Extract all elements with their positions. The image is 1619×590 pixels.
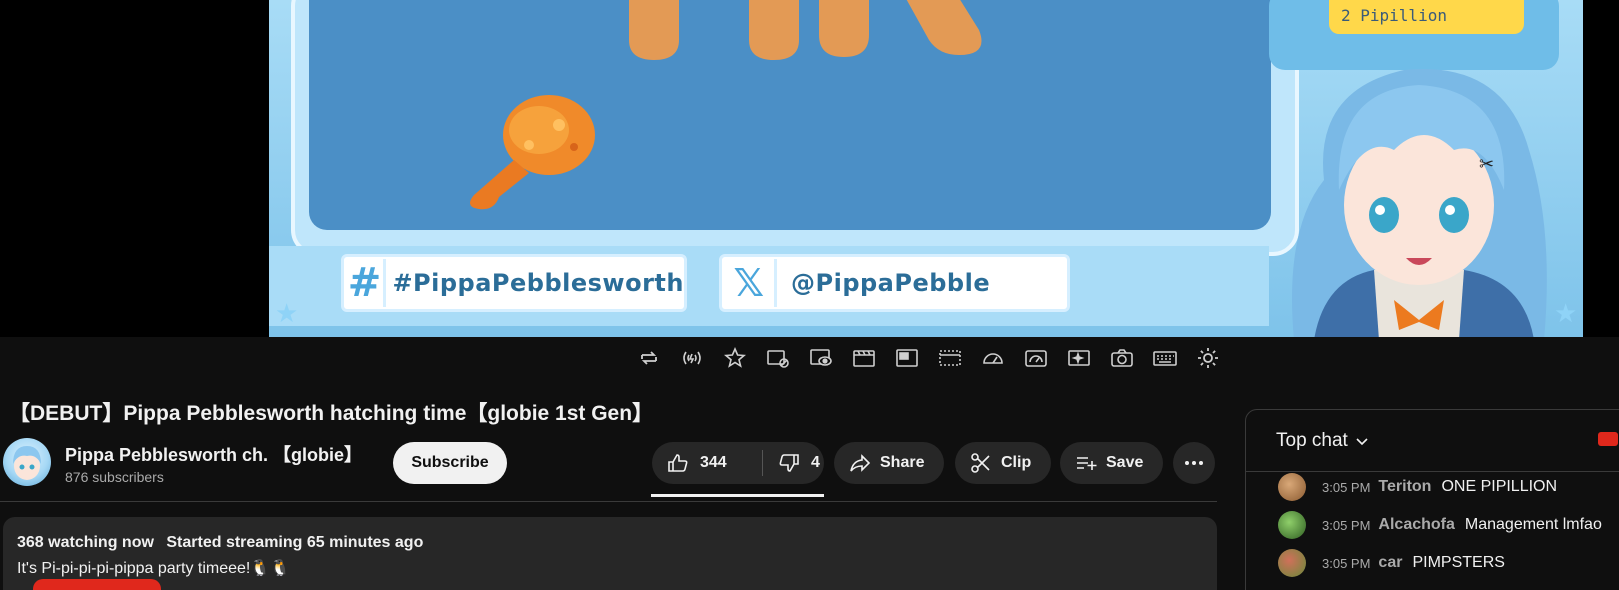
watching-now: 368 watching now: [17, 534, 154, 551]
meta-divider: [0, 501, 1217, 502]
fried-chicken-graphic: [470, 95, 595, 210]
chat-mode-dropdown[interactable]: Top chat: [1276, 430, 1370, 452]
speed-icon[interactable]: [974, 344, 1011, 372]
overlay-screen: [309, 0, 1271, 230]
dotted-frame-icon[interactable]: [931, 344, 968, 372]
like-dislike-group: 344 4: [652, 442, 824, 484]
chat-avatar[interactable]: [1278, 473, 1306, 501]
x-handle-text: @PippaPebble: [791, 269, 991, 297]
share-label: Share: [880, 454, 925, 471]
ads-blocked-icon[interactable]: [759, 344, 796, 372]
live-chat-panel: Top chat 3:05 PM Teriton ONE PIPILLION 3…: [1245, 409, 1619, 590]
star-decoration-icon: ★: [275, 298, 299, 328]
chat-avatar[interactable]: [1278, 549, 1306, 577]
chat-time: 3:05 PM: [1322, 517, 1371, 533]
thumbs-up-icon: [668, 454, 688, 472]
subscribe-button[interactable]: Subscribe: [393, 442, 507, 484]
orange-letters-graphic: [629, 0, 982, 60]
save-label: Save: [1106, 454, 1144, 471]
preview-icon[interactable]: [802, 344, 839, 372]
chat-title: Top chat: [1276, 430, 1348, 451]
camera-icon[interactable]: [1103, 344, 1140, 372]
share-icon: [850, 454, 871, 472]
milestone-banner: 2 Pipillion: [1329, 0, 1524, 34]
stream-frame[interactable]: # #PippaPebblesworth 𝕏 @PippaPebble ★ ★ …: [269, 0, 1583, 337]
subscriber-count: 876 subscribers: [65, 469, 164, 485]
film-icon[interactable]: [845, 344, 882, 372]
keyboard-icon[interactable]: [1146, 344, 1183, 372]
chat-header: Top chat: [1246, 410, 1619, 472]
chat-time: 3:05 PM: [1322, 479, 1371, 495]
speed-dial-icon[interactable]: [1017, 344, 1054, 372]
clip-label: Clip: [1001, 454, 1032, 471]
picture-in-picture-icon[interactable]: [888, 344, 925, 372]
chat-popout-icon[interactable]: [1598, 432, 1618, 446]
share-button[interactable]: Share: [834, 442, 944, 484]
description-box[interactable]: 368 watching now Started streaming 65 mi…: [3, 517, 1217, 590]
chat-text: ONE PIPILLION: [1441, 478, 1558, 495]
loop-icon[interactable]: [630, 344, 667, 372]
channel-avatar[interactable]: [3, 438, 51, 486]
like-count: 344: [700, 454, 727, 471]
chat-time: 3:05 PM: [1322, 555, 1371, 571]
description-text: It's Pi-pi-pi-pi-pippa party timeee!🐧🐧: [17, 560, 291, 577]
playlist-add-icon: [1077, 457, 1097, 470]
thumbs-down-icon: [779, 454, 799, 472]
svg-text:✂: ✂: [1479, 154, 1494, 174]
star-icon[interactable]: [716, 344, 753, 372]
chat-message: 3:05 PM Alcachofa Management lmfao: [1278, 510, 1602, 540]
vtuber-avatar: ✂: [1292, 69, 1547, 337]
clip-button[interactable]: Clip: [955, 442, 1051, 484]
chevron-down-icon: [1356, 438, 1368, 446]
radio-signal-icon[interactable]: [673, 344, 710, 372]
settings-gear-icon[interactable]: [1189, 344, 1226, 372]
x-logo-icon: 𝕏: [724, 259, 777, 307]
dislike-count: 4: [811, 454, 820, 471]
chat-author[interactable]: car: [1378, 554, 1402, 572]
like-button[interactable]: 344: [652, 451, 762, 475]
save-button[interactable]: Save: [1060, 442, 1163, 484]
chat-text: Management lmfao: [1464, 516, 1602, 533]
video-player[interactable]: # #PippaPebblesworth 𝕏 @PippaPebble ★ ★ …: [0, 0, 1619, 337]
more-actions-button[interactable]: [1173, 442, 1215, 484]
youtube-watch-page: # #PippaPebblesworth 𝕏 @PippaPebble ★ ★ …: [0, 0, 1619, 590]
dislike-button[interactable]: 4: [763, 451, 820, 475]
scissors-icon: [971, 453, 990, 473]
stream-stats: 368 watching now Started streaming 65 mi…: [17, 534, 423, 552]
chat-text: PIMPSTERS: [1412, 554, 1505, 571]
chat-author[interactable]: Alcachofa: [1378, 516, 1454, 534]
hashtag-text: #PippaPebblesworth: [392, 269, 684, 297]
chat-message: 3:05 PM Teriton ONE PIPILLION: [1278, 472, 1557, 502]
more-horizontal-icon: [1185, 461, 1203, 465]
sparkle-icon[interactable]: [1060, 344, 1097, 372]
like-active-underline: [651, 494, 824, 497]
chat-message: 3:05 PM car PIMPSTERS: [1278, 548, 1505, 578]
x-handle-box: 𝕏 @PippaPebble: [719, 254, 1070, 312]
chat-avatar[interactable]: [1278, 511, 1306, 539]
channel-name[interactable]: Pippa Pebblesworth ch. 【globie】: [65, 441, 362, 467]
hashtag-box: # #PippaPebblesworth: [341, 254, 687, 312]
started-streaming: Started streaming 65 minutes ago: [166, 534, 424, 551]
red-annotation-mark: [33, 579, 161, 590]
chat-author[interactable]: Teriton: [1378, 478, 1431, 496]
player-extension-controls: [630, 344, 1226, 372]
hashtag-icon: #: [346, 259, 387, 307]
video-title: 【DEBUT】Pippa Pebblesworth hatching time【…: [9, 402, 654, 425]
